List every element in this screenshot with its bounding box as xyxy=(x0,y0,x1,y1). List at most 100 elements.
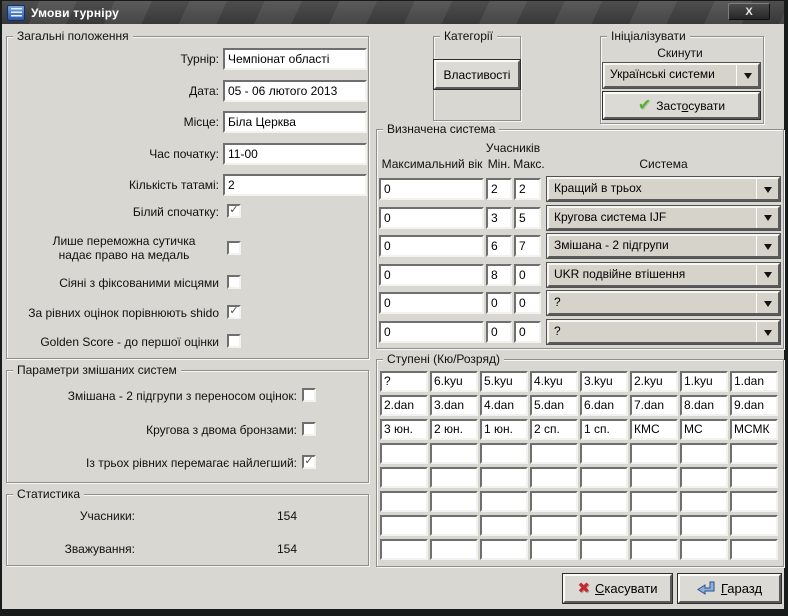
max-participants-input[interactable] xyxy=(514,207,541,229)
text-input[interactable] xyxy=(223,48,367,70)
max-participants-input[interactable] xyxy=(514,292,541,314)
grade-cell[interactable] xyxy=(680,491,728,512)
grade-cell[interactable]: 3.kyu xyxy=(580,371,628,392)
grade-cell[interactable]: МСМК xyxy=(730,419,778,440)
min-participants-input[interactable] xyxy=(486,207,512,229)
checkbox[interactable] xyxy=(227,334,241,348)
system-select[interactable]: Кращий в трьох xyxy=(547,177,780,201)
dropdown-arrow-icon[interactable] xyxy=(736,65,758,86)
min-participants-input[interactable] xyxy=(486,264,512,286)
grade-cell[interactable]: 5.dan xyxy=(530,395,578,416)
system-select[interactable]: ? xyxy=(547,320,780,344)
grade-cell[interactable]: 1.kyu xyxy=(680,371,728,392)
grade-cell[interactable] xyxy=(630,491,678,512)
system-select[interactable]: Змішана - 2 підгрупи xyxy=(547,234,780,258)
grade-cell[interactable] xyxy=(430,443,478,464)
grade-cell[interactable]: 1 юн. xyxy=(480,419,528,440)
text-input[interactable] xyxy=(223,80,367,102)
grade-cell[interactable] xyxy=(480,467,528,488)
min-participants-input[interactable] xyxy=(486,235,512,257)
grade-cell[interactable]: 3.dan xyxy=(430,395,478,416)
checkbox[interactable]: ✓ xyxy=(227,305,241,319)
grade-cell[interactable]: 4.kyu xyxy=(530,371,578,392)
max-age-input[interactable] xyxy=(379,264,484,286)
grade-cell[interactable] xyxy=(530,491,578,512)
system-select[interactable]: Кругова система IJF xyxy=(547,206,780,230)
grade-cell[interactable] xyxy=(380,467,428,488)
grade-cell[interactable] xyxy=(680,515,728,536)
grade-cell[interactable]: МС xyxy=(680,419,728,440)
checkbox[interactable]: ✓ xyxy=(302,455,316,469)
system-select[interactable]: ? xyxy=(547,291,780,315)
max-participants-input[interactable] xyxy=(514,235,541,257)
grade-cell[interactable] xyxy=(680,443,728,464)
grade-cell[interactable] xyxy=(480,539,528,560)
checkbox[interactable] xyxy=(302,388,316,402)
grade-cell[interactable] xyxy=(730,515,778,536)
dropdown-arrow-icon[interactable] xyxy=(756,265,778,285)
grade-cell[interactable]: 7.dan xyxy=(630,395,678,416)
grade-cell[interactable] xyxy=(430,539,478,560)
dropdown-arrow-icon[interactable] xyxy=(756,293,778,313)
grade-cell[interactable]: 2.dan xyxy=(380,395,428,416)
grade-cell[interactable]: 3 юн. xyxy=(380,419,428,440)
text-input[interactable] xyxy=(223,174,367,196)
max-participants-input[interactable] xyxy=(514,264,541,286)
grade-cell[interactable]: 9.dan xyxy=(730,395,778,416)
checkbox[interactable] xyxy=(227,241,241,255)
max-age-input[interactable] xyxy=(379,178,484,200)
grade-cell[interactable]: 6.dan xyxy=(580,395,628,416)
grade-cell[interactable] xyxy=(380,515,428,536)
text-input[interactable] xyxy=(223,143,367,165)
max-participants-input[interactable] xyxy=(514,321,541,343)
ok-button[interactable]: Гаразд xyxy=(678,574,781,603)
grade-cell[interactable] xyxy=(580,515,628,536)
grade-cell[interactable] xyxy=(530,443,578,464)
grade-cell[interactable] xyxy=(430,467,478,488)
grade-cell[interactable] xyxy=(530,467,578,488)
grade-cell[interactable]: 2 юн. xyxy=(430,419,478,440)
dropdown-arrow-icon[interactable] xyxy=(756,236,778,256)
grade-cell[interactable] xyxy=(430,491,478,512)
grade-cell[interactable] xyxy=(530,539,578,560)
grade-cell[interactable] xyxy=(580,539,628,560)
max-participants-input[interactable] xyxy=(514,178,541,200)
grade-cell[interactable] xyxy=(680,467,728,488)
min-participants-input[interactable] xyxy=(486,321,512,343)
system-select[interactable]: UKR подвійне втішення xyxy=(547,263,780,287)
grade-cell[interactable]: 2 сп. xyxy=(530,419,578,440)
grade-cell[interactable] xyxy=(730,539,778,560)
max-age-input[interactable] xyxy=(379,235,484,257)
grade-cell[interactable] xyxy=(530,515,578,536)
min-participants-input[interactable] xyxy=(486,292,512,314)
grade-cell[interactable]: 1 сп. xyxy=(580,419,628,440)
min-participants-input[interactable] xyxy=(486,178,512,200)
grade-cell[interactable] xyxy=(630,467,678,488)
close-button[interactable]: X xyxy=(728,3,770,20)
grade-cell[interactable] xyxy=(630,515,678,536)
max-age-input[interactable] xyxy=(379,292,484,314)
grade-cell[interactable] xyxy=(580,443,628,464)
grade-cell[interactable] xyxy=(430,515,478,536)
properties-button[interactable]: Властивості xyxy=(434,60,520,89)
cancel-button[interactable]: ✖Скасувати xyxy=(563,574,672,603)
grade-cell[interactable] xyxy=(380,443,428,464)
grade-cell[interactable]: 8.dan xyxy=(680,395,728,416)
init-system-select[interactable]: Українські системи xyxy=(603,63,760,88)
grade-cell[interactable] xyxy=(630,539,678,560)
grade-cell[interactable] xyxy=(680,539,728,560)
max-age-input[interactable] xyxy=(379,207,484,229)
grade-cell[interactable] xyxy=(380,539,428,560)
text-input[interactable] xyxy=(223,111,367,133)
checkbox[interactable]: ✓ xyxy=(227,204,241,218)
checkbox[interactable] xyxy=(302,422,316,436)
max-age-input[interactable] xyxy=(379,321,484,343)
grade-cell[interactable]: 6.kyu xyxy=(430,371,478,392)
grade-cell[interactable] xyxy=(730,491,778,512)
grade-cell[interactable] xyxy=(580,467,628,488)
grade-cell[interactable]: 5.kyu xyxy=(480,371,528,392)
grade-cell[interactable]: 1.dan xyxy=(730,371,778,392)
grade-cell[interactable]: КМС xyxy=(630,419,678,440)
grade-cell[interactable]: 2.kyu xyxy=(630,371,678,392)
grade-cell[interactable] xyxy=(480,443,528,464)
